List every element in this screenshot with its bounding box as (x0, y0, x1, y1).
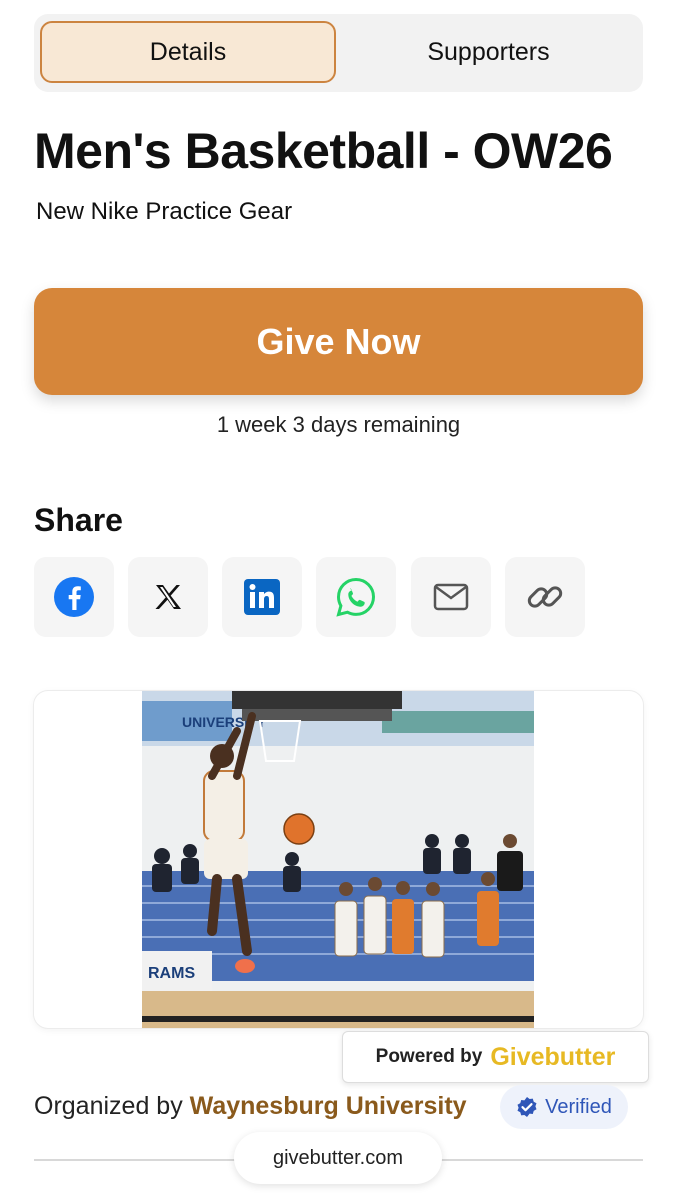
givebutter-logo: Givebutter (490, 1042, 616, 1071)
link-icon (527, 586, 563, 608)
share-whatsapp-button[interactable] (316, 557, 396, 637)
share-x-button[interactable] (128, 557, 208, 637)
tab-details[interactable]: Details (40, 21, 336, 83)
svg-text:RAMS: RAMS (148, 965, 195, 982)
powered-by-givebutter-badge[interactable]: Powered by Givebutter (342, 1031, 649, 1083)
verified-label: Verified (545, 1095, 612, 1118)
verified-badge: Verified (500, 1085, 628, 1129)
share-linkedin-button[interactable] (222, 557, 302, 637)
email-icon (433, 583, 469, 611)
organizer-line: Organized by Waynesburg University (34, 1092, 467, 1121)
verified-check-icon (517, 1097, 537, 1117)
campaign-photo-card: UNIVERSITY RAMS (34, 691, 643, 1028)
powered-by-label: Powered by (375, 1046, 483, 1067)
whatsapp-icon (336, 577, 376, 617)
x-icon (155, 585, 181, 609)
campaign-title: Men's Basketball - OW26 (34, 123, 613, 179)
linkedin-icon (244, 579, 280, 615)
share-heading: Share (34, 502, 123, 538)
givebutter-url-pill[interactable]: givebutter.com (234, 1132, 442, 1184)
organizer-name-link[interactable]: Waynesburg University (190, 1092, 467, 1120)
tab-bar: Details Supporters (34, 14, 643, 92)
share-email-button[interactable] (411, 557, 491, 637)
share-facebook-button[interactable] (34, 557, 114, 637)
give-now-button[interactable]: Give Now (34, 288, 643, 395)
organizer-prefix: Organized by (34, 1092, 183, 1120)
tab-supporters[interactable]: Supporters (340, 21, 637, 83)
campaign-subtitle: New Nike Practice Gear (36, 198, 293, 225)
time-remaining: 1 week 3 days remaining (216, 412, 461, 437)
share-copy-link-button[interactable] (505, 557, 585, 637)
facebook-icon (54, 577, 94, 617)
campaign-photo: UNIVERSITY RAMS (142, 691, 534, 1028)
